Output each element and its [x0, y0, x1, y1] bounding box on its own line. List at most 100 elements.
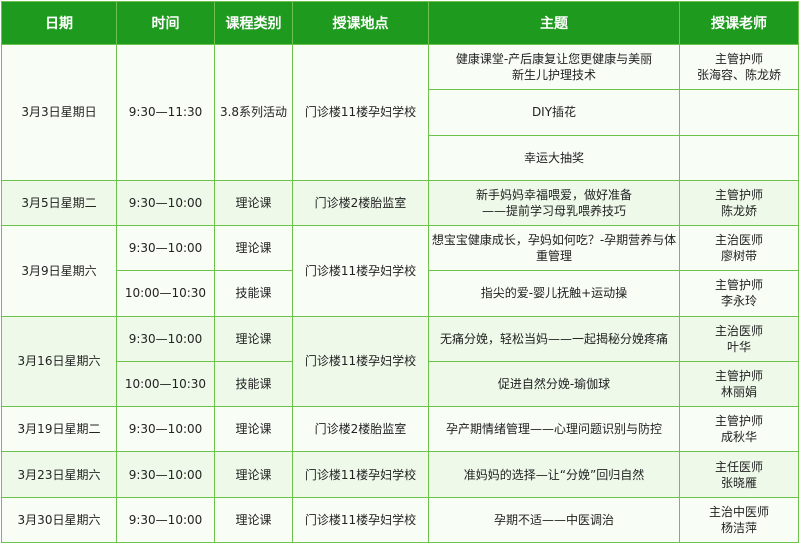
time-cell: 10:00—10:30	[116, 360, 215, 408]
time-cell: 9:30—10:00	[116, 451, 215, 498]
schedule-table: 日期 时间 课程类别 授课地点 主题 授课老师 3月3日星期日 9:30—11:…	[1, 1, 799, 544]
teacher-cell: 主治中医师 杨洁萍	[679, 496, 799, 544]
time-cell: 9:30—10:00	[116, 225, 215, 272]
time-cell: 10:00—10:30	[116, 270, 215, 317]
header-topic: 主题	[428, 1, 680, 45]
teacher-cell: 主管护师 成秋华	[679, 406, 799, 453]
category-cell: 理论课	[214, 496, 293, 544]
date-cell: 3月5日星期二	[1, 179, 117, 227]
topic-line: DIY插花	[531, 105, 577, 120]
topic-cell: 新手妈妈幸福喂爱，做好准备 ——提前学习母乳喂养技巧	[428, 179, 680, 227]
category-cell: 技能课	[214, 360, 293, 408]
category-cell: 理论课	[214, 179, 293, 227]
category-cell: 理论课	[214, 406, 293, 453]
table-row: 3月3日星期日 9:30—11:30 3.8系列活动 门诊楼11楼孕妇学校 健康…	[1, 43, 799, 181]
date-cell: 3月30日星期六	[1, 496, 117, 544]
teacher-name: 李永玲	[720, 294, 757, 309]
teacher-title: 主管护师	[714, 187, 763, 202]
date-cell: 3月19日星期二	[1, 406, 117, 453]
category-cell: 理论课	[214, 315, 293, 362]
topic-line: ——提前学习母乳喂养技巧	[481, 203, 626, 218]
category-cell: 3.8系列活动	[214, 44, 293, 181]
teacher-name: 林丽娟	[720, 384, 757, 399]
teacher-title: 主任医师	[714, 459, 763, 474]
teacher-title: 主管护师	[714, 278, 763, 293]
topic-line: 孕期不适——中医调治	[493, 512, 614, 527]
topic-line: 促进自然分娩-瑜伽球	[497, 376, 611, 391]
header-row: 日期 时间 课程类别 授课地点 主题 授课老师	[1, 1, 799, 45]
time-cell: 9:30—11:30	[116, 44, 215, 181]
table-row: 3月5日星期二 9:30—10:00 理论课 门诊楼2楼胎监室 新手妈妈幸福喂爱…	[1, 179, 799, 227]
category-cell: 理论课	[214, 451, 293, 498]
topic-line: 孕产期情绪管理——心理问题识别与防控	[445, 422, 662, 437]
teacher-cell: 主任医师 张晓雁	[679, 451, 799, 498]
teacher-cell: 主管护师 陈龙娇	[679, 179, 799, 227]
topic-cell: 无痛分娩，轻松当妈——一起揭秘分娩疼痛	[428, 315, 680, 362]
topic-line: 重管理	[535, 249, 572, 264]
teacher-cell: 主管护师 李永玲	[679, 270, 799, 317]
topic-cell: 幸运大抽奖	[428, 134, 680, 181]
topic-cell: 想宝宝健康成长，孕妈如何吃？-孕期营养与体 重管理	[428, 225, 680, 272]
teacher-cell: 主治医师 廖树带	[679, 225, 799, 272]
location-cell: 门诊楼11楼孕妇学校	[292, 451, 429, 498]
topic-line: 新生儿护理技术	[511, 68, 596, 83]
time-cell: 9:30—10:00	[116, 406, 215, 453]
date-cell: 3月23日星期六	[1, 451, 117, 498]
table-row: 3月30日星期六 9:30—10:00 理论课 门诊楼11楼孕妇学校 孕期不适—…	[1, 496, 799, 544]
topic-line: 幸运大抽奖	[523, 150, 584, 165]
header-date: 日期	[1, 1, 117, 45]
location-cell: 门诊楼11楼孕妇学校	[292, 496, 429, 544]
table-row: 3月23日星期六 9:30—10:00 理论课 门诊楼11楼孕妇学校 准妈妈的选…	[1, 451, 799, 498]
teacher-cell: 主管护师 林丽娟	[679, 360, 799, 408]
teacher-cell: 主治医师 叶华	[679, 315, 799, 362]
header-time: 时间	[116, 1, 215, 45]
teacher-name: 张海容、陈龙娇	[696, 68, 781, 83]
topic-cell: 健康课堂-产后康复让您更健康与美丽 新生儿护理技术	[428, 43, 680, 91]
teacher-cell: 主管护师 张海容、陈龙娇	[679, 43, 799, 91]
topic-cell: 孕期不适——中医调治	[428, 496, 680, 544]
teacher-title: 主治医师	[714, 323, 763, 338]
topic-cell: 指尖的爱-婴儿抚触+运动操	[428, 270, 680, 317]
teacher-name: 成秋华	[720, 430, 757, 445]
time-cell: 9:30—10:00	[116, 179, 215, 227]
table-row: 3月9日星期六 9:30—10:00 理论课 门诊楼11楼孕妇学校 想宝宝健康成…	[1, 225, 799, 317]
time-cell: 9:30—10:00	[116, 496, 215, 544]
date-cell: 3月9日星期六	[1, 225, 117, 317]
location-cell: 门诊楼2楼胎监室	[292, 179, 429, 227]
topic-cell: 准妈妈的选择—让“分娩”回归自然	[428, 451, 680, 498]
teacher-cell	[679, 89, 799, 136]
teacher-name: 陈龙娇	[720, 203, 757, 218]
teacher-cell	[679, 134, 799, 181]
teacher-name: 廖树带	[720, 249, 757, 264]
header-category: 课程类别	[214, 1, 293, 45]
topic-line: 想宝宝健康成长，孕妈如何吃？-孕期营养与体	[431, 233, 677, 248]
category-cell: 技能课	[214, 270, 293, 317]
location-cell: 门诊楼11楼孕妇学校	[292, 44, 429, 181]
category-cell: 理论课	[214, 225, 293, 272]
teacher-title: 主治医师	[714, 233, 763, 248]
teacher-name: 张晓雁	[720, 475, 757, 490]
topic-line: 健康课堂-产后康复让您更健康与美丽	[455, 52, 653, 67]
topic-cell: 孕产期情绪管理——心理问题识别与防控	[428, 406, 680, 453]
topic-cell: DIY插花	[428, 89, 680, 136]
teacher-title: 主管护师	[714, 414, 763, 429]
header-location: 授课地点	[292, 1, 429, 45]
date-cell: 3月3日星期日	[1, 44, 117, 181]
teacher-title: 主管护师	[714, 52, 763, 67]
topic-line: 准妈妈的选择—让“分娩”回归自然	[463, 467, 645, 482]
topic-line: 新手妈妈幸福喂爱，做好准备	[475, 187, 632, 202]
teacher-title: 主管护师	[714, 368, 763, 383]
topic-line: 无痛分娩，轻松当妈——一起揭秘分娩疼痛	[439, 331, 668, 346]
table-row: 3月19日星期二 9:30—10:00 理论课 门诊楼2楼胎监室 孕产期情绪管理…	[1, 406, 799, 453]
topic-cell: 促进自然分娩-瑜伽球	[428, 360, 680, 408]
time-cell: 9:30—10:00	[116, 315, 215, 362]
teacher-name: 杨洁萍	[720, 520, 757, 535]
location-cell: 门诊楼2楼胎监室	[292, 406, 429, 453]
header-teacher: 授课老师	[679, 1, 799, 45]
teacher-name: 叶华	[726, 339, 751, 354]
location-cell: 门诊楼11楼孕妇学校	[292, 225, 429, 317]
date-cell: 3月16日星期六	[1, 315, 117, 408]
table-row: 3月16日星期六 9:30—10:00 理论课 门诊楼11楼孕妇学校 无痛分娩，…	[1, 315, 799, 408]
location-cell: 门诊楼11楼孕妇学校	[292, 315, 429, 408]
topic-line: 指尖的爱-婴儿抚触+运动操	[480, 286, 628, 301]
